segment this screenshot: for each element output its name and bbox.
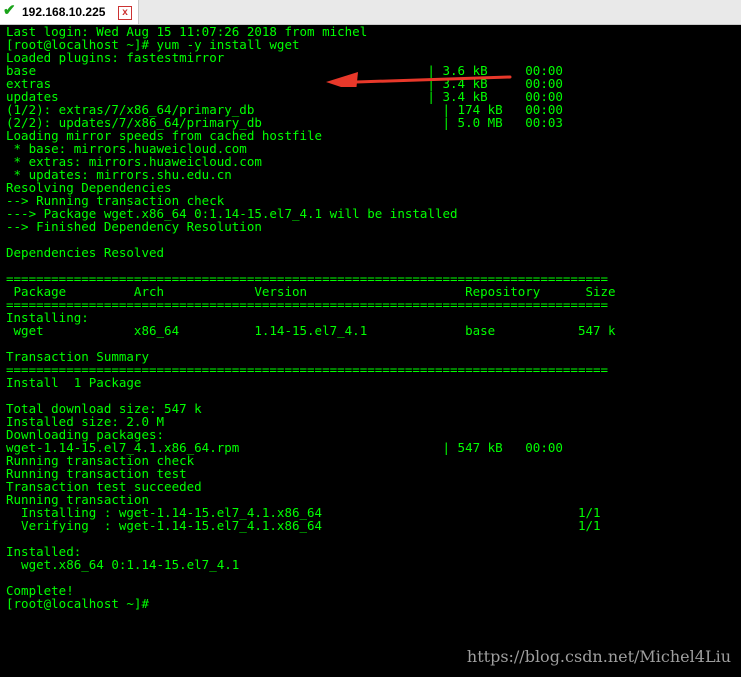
close-icon[interactable]: x xyxy=(118,6,132,20)
terminal-line: Install 1 Package xyxy=(6,375,142,390)
terminal-output[interactable]: Last login: Wed Aug 15 11:07:26 2018 fro… xyxy=(0,25,741,677)
terminal-line: Dependencies Resolved xyxy=(6,245,165,260)
terminal-line: Verifying : wget-1.14-15.el7_4.1.x86_64 … xyxy=(6,518,601,533)
terminal-line: wget x86_64 1.14-15.el7_4.1 base 547 k xyxy=(6,323,616,338)
terminal-line: [root@localhost ~]# xyxy=(6,596,149,611)
terminal-line: --> Finished Dependency Resolution xyxy=(6,219,262,234)
session-tab[interactable]: ✔ 192.168.10.225 x xyxy=(0,0,139,24)
terminal-line: ========================================… xyxy=(6,297,609,312)
check-icon: ✔ xyxy=(3,2,16,19)
terminal-line: wget.x86_64 0:1.14-15.el7_4.1 xyxy=(6,557,240,572)
tab-title: 192.168.10.225 xyxy=(22,5,106,19)
watermark: https://blog.csdn.net/Michel4Liu xyxy=(466,647,731,666)
tab-bar: ✔ 192.168.10.225 x xyxy=(0,0,741,25)
annotation-arrow xyxy=(326,72,512,87)
